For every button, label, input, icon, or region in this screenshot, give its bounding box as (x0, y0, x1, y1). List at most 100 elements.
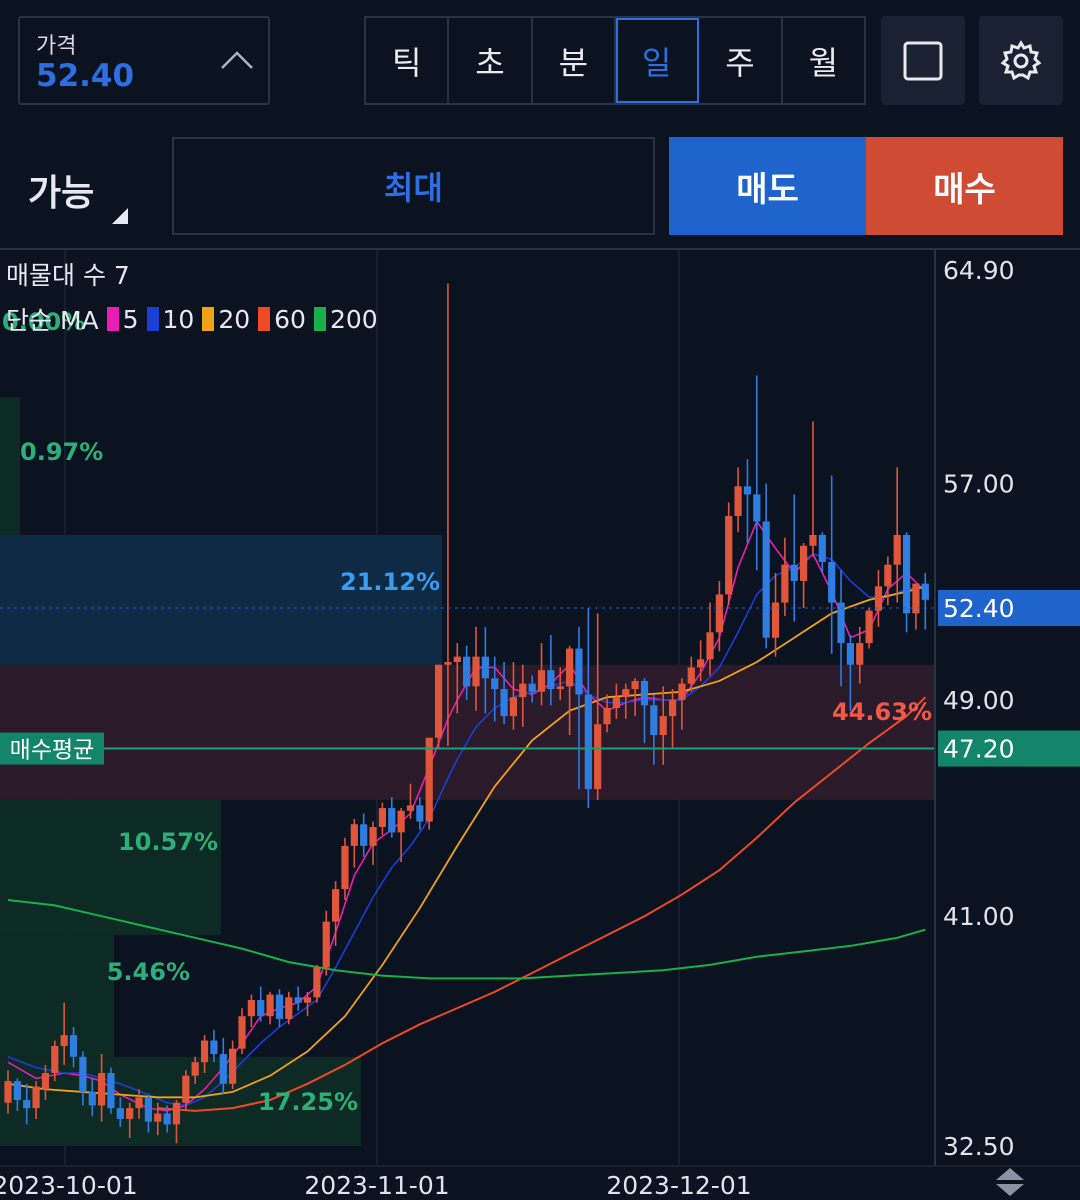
average-price-axis-label: 47.20 (943, 735, 1015, 764)
candle-body (294, 997, 302, 1003)
candle-body (762, 521, 770, 638)
candle-body (425, 737, 433, 822)
candle-body (603, 708, 611, 725)
ma60-period: 60 (274, 304, 306, 334)
candle-body (172, 1102, 181, 1125)
dropdown-triangle-icon[interactable] (112, 208, 128, 224)
volume-profile-bar (0, 397, 20, 535)
candle-body (388, 808, 396, 833)
candle-body (126, 1108, 134, 1119)
candle-body (322, 921, 330, 968)
candle-body (584, 694, 592, 790)
candle-body (191, 1062, 199, 1076)
candle-body (416, 805, 424, 822)
sell-button[interactable]: 매도 (669, 137, 866, 235)
candle-body (135, 1097, 143, 1109)
candle-body (547, 670, 555, 690)
candle-body (818, 534, 826, 562)
candle-body (697, 659, 705, 668)
candle-body (846, 643, 854, 665)
candle-body (266, 994, 274, 1017)
candle-body (79, 1056, 87, 1092)
volume-profile-label: 21.12% (340, 568, 440, 596)
tab-second[interactable]: 초 (449, 18, 533, 103)
y-axis-tick-label: 41.00 (943, 902, 1015, 931)
candle-body (229, 1048, 237, 1084)
settings-button[interactable] (979, 16, 1063, 105)
candle-body (163, 1113, 171, 1125)
candle-body (884, 564, 892, 587)
candle-body (893, 534, 901, 565)
volume-profile-bar (0, 534, 442, 665)
candle-body (4, 1081, 12, 1103)
candle-body (285, 997, 293, 1019)
buy-button[interactable]: 매수 (866, 137, 1063, 235)
candle-body (313, 967, 321, 998)
candle-body (116, 1108, 124, 1119)
fullscreen-button[interactable] (881, 16, 965, 105)
current-price-label: 52.40 (943, 594, 1015, 623)
candle-body (865, 610, 873, 644)
candle-body (650, 705, 658, 736)
volume-profile-label: 10.57% (118, 828, 218, 856)
candle-body (238, 1016, 246, 1049)
candle-body (828, 562, 836, 603)
candle-body (434, 664, 443, 738)
available-quantity-label[interactable]: 가능 (28, 164, 94, 216)
x-axis-tick-label: 2023-10-01 (0, 1171, 138, 1200)
candle-body (406, 805, 415, 811)
candle-body (257, 1000, 265, 1017)
price-chart[interactable]: 매수평균0.00%0.97%21.12%44.63%10.57%5.46%17.… (0, 250, 1080, 1200)
candle-body (566, 648, 574, 687)
candle-body (13, 1081, 21, 1101)
ma5-swatch (106, 307, 119, 331)
tab-week[interactable]: 주 (699, 18, 783, 103)
candle-body (444, 662, 452, 665)
tab-month[interactable]: 월 (783, 18, 864, 103)
tab-tick[interactable]: 틱 (366, 18, 450, 103)
ma5-period: 5 (122, 304, 139, 334)
candle-body (60, 1035, 68, 1046)
volume-profile-legend: 매물대 수 7 (6, 261, 130, 290)
candle-body (397, 810, 405, 833)
candle-body (519, 683, 527, 698)
candle-body (575, 648, 583, 695)
max-quantity-button[interactable]: 최대 (172, 137, 655, 235)
candle-body (98, 1073, 106, 1106)
candle-body (594, 724, 602, 790)
candle-body (369, 826, 377, 846)
y-axis-tick-label: 64.90 (943, 256, 1015, 285)
candle-body (874, 586, 883, 611)
candle-body (921, 583, 929, 600)
price-label: 가격 (36, 34, 77, 59)
candle-body (107, 1073, 115, 1109)
volume-profile-label: 0.97% (20, 438, 103, 466)
candle-body (790, 564, 798, 581)
candle-body (210, 1040, 218, 1055)
chevron-up-icon[interactable] (220, 48, 254, 72)
price-input-box[interactable]: 가격 52.40 (18, 16, 270, 105)
average-price-label: 매수평균 (10, 738, 95, 764)
x-axis-tick-label: 2023-11-01 (304, 1171, 449, 1200)
ma10-swatch (146, 307, 159, 331)
y-axis-tick-label: 57.00 (943, 470, 1015, 499)
candle-body (491, 678, 499, 690)
candle-body (837, 602, 845, 644)
candle-body (247, 1000, 255, 1017)
x-axis-strip (0, 1166, 1080, 1200)
ma10-period: 10 (162, 304, 195, 334)
candle-body (678, 683, 686, 700)
tab-minute[interactable]: 분 (533, 18, 616, 103)
candle-body (88, 1091, 96, 1106)
candle-body (706, 632, 714, 660)
candle-body (809, 534, 817, 546)
gear-icon (1000, 39, 1042, 80)
period-tabs: 틱 초 분 일 주 월 (364, 16, 866, 105)
y-axis-tick-label: 49.00 (943, 686, 1015, 715)
candle-body (472, 656, 480, 687)
ma20-period: 20 (218, 304, 251, 334)
tab-day[interactable]: 일 (615, 18, 700, 103)
candle-body (659, 716, 667, 736)
candle-body (753, 494, 761, 522)
candle-body (182, 1075, 190, 1103)
